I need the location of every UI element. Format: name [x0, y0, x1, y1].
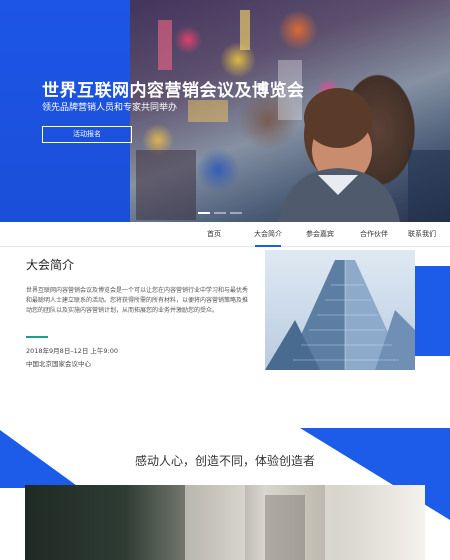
decorative-blue-block	[414, 266, 450, 356]
bottom-photo	[25, 485, 425, 560]
carousel-indicator	[198, 212, 242, 214]
slogan-heading: 感动人心，创造不同，体验创造者	[134, 454, 315, 468]
intro-title: 大会简介	[26, 258, 75, 272]
nav-item-home[interactable]: 首页	[200, 222, 228, 246]
hero-subtitle: 领先品牌营销人员和专家共同举办	[42, 103, 178, 113]
carousel-dot[interactable]	[198, 212, 210, 214]
hero-banner: 世界互联网内容营销会议及博览会 领先品牌营销人员和专家共同举办 活动报名	[0, 0, 450, 222]
event-date: 2018年9月8日–12日 上午9:00	[26, 347, 118, 355]
nav-item-about[interactable]: 大会简介	[250, 222, 286, 246]
event-location: 中国北京国家会议中心	[26, 360, 91, 368]
carousel-dot[interactable]	[214, 212, 226, 214]
signup-button[interactable]: 活动报名	[42, 126, 132, 143]
intro-body: 世界互联网内容营销会议及博览会是一个可以让您在内容营销行业中学习和与最优秀和最聪…	[26, 287, 249, 314]
building-graphic	[265, 260, 415, 370]
carousel-dot[interactable]	[230, 212, 242, 214]
hero-title: 世界互联网内容营销会议及博览会	[42, 81, 305, 101]
nav-item-partners[interactable]: 合作伙伴	[356, 222, 392, 246]
main-nav: 首页 大会简介 参会嘉宾 合作伙伴 联系我们	[0, 222, 450, 247]
intro-divider	[26, 336, 48, 338]
building-photo	[265, 250, 415, 370]
nav-item-contact[interactable]: 联系我们	[404, 222, 440, 246]
nav-item-guests[interactable]: 参会嘉宾	[302, 222, 338, 246]
bottom-photo-graphic	[185, 485, 425, 560]
